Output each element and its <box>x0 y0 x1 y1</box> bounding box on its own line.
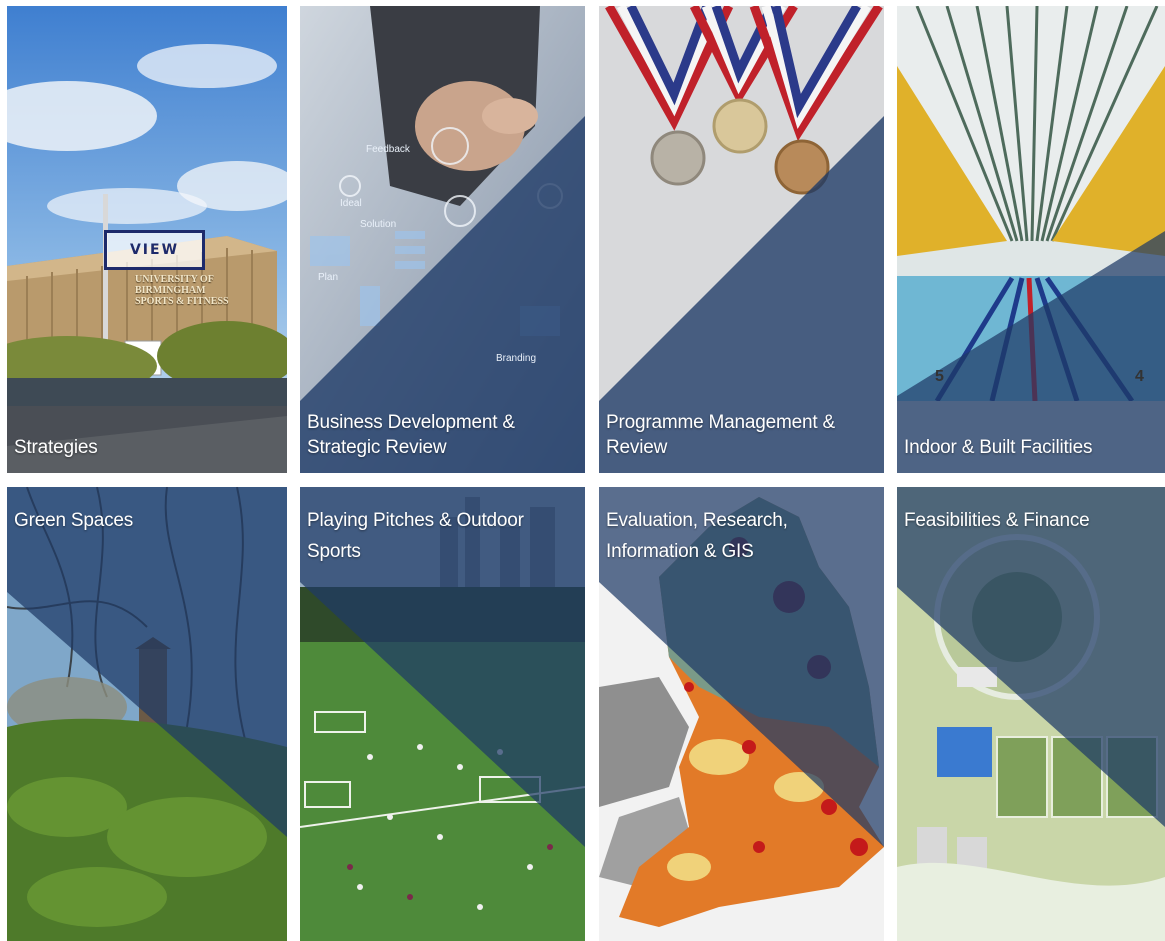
tile-label: Strategies <box>14 437 98 458</box>
green-spaces-photo <box>7 487 287 941</box>
tile-label: Evaluation, Research, Information & GIS <box>606 510 788 562</box>
tile-label: Green Spaces <box>14 510 134 531</box>
tile-green-spaces[interactable]: Green Spaces <box>7 487 287 941</box>
tile-strategies[interactable]: UNIVERSITY OF BIRMINGHAM SPORTS & FITNES… <box>7 6 287 473</box>
tile-feasibilities-finance[interactable]: Feasibilities & Finance <box>897 487 1165 941</box>
view-button[interactable]: VIEW <box>104 230 205 270</box>
tile-indoor-facilities[interactable]: 5 4 Indoor & Built Facilities <box>897 6 1165 473</box>
tile-playing-pitches[interactable]: Playing Pitches & Outdoor Sports <box>300 487 585 941</box>
tile-label: Feasibilities & Finance <box>904 510 1090 531</box>
whiteboard-words: Feedback Ideal Solution Branding Plan <box>318 144 537 364</box>
tile-evaluation-research[interactable]: Evaluation, Research, Information & GIS <box>599 487 884 941</box>
medals-photo <box>599 6 884 473</box>
tile-label: Business Development & Strategic Review <box>307 412 515 458</box>
pool-photo <box>897 6 1165 473</box>
tile-label: Indoor & Built Facilities <box>904 437 1093 458</box>
services-grid: UNIVERSITY OF BIRMINGHAM SPORTS & FITNES… <box>0 0 1165 941</box>
tile-business-development[interactable]: Feedback Ideal Solution Branding Plan Bu… <box>300 6 585 473</box>
tile-programme-management[interactable]: Programme Management & Review <box>599 6 884 473</box>
site-plan <box>897 487 1165 941</box>
tile-label: Playing Pitches & Outdoor Sports <box>307 510 524 562</box>
tile-label: Programme Management & Review <box>606 412 835 458</box>
sign-text: UNIVERSITY OF BIRMINGHAM SPORTS & FITNES… <box>135 274 229 307</box>
